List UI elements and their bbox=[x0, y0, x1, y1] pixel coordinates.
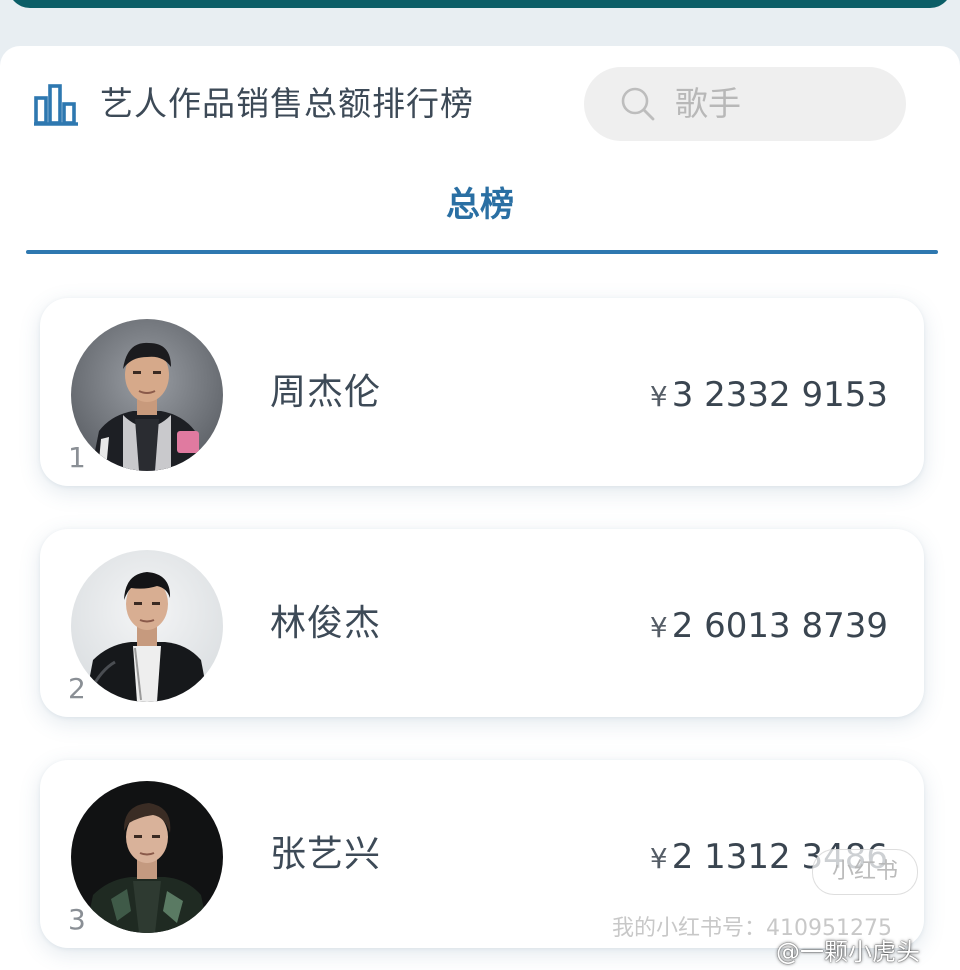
amount-value: 3 2332 9153 bbox=[671, 375, 888, 415]
top-bar bbox=[8, 0, 952, 8]
artist-name: 周杰伦 bbox=[270, 372, 382, 413]
sales-amount: ¥2 6013 8739 bbox=[650, 603, 888, 651]
ranking-card[interactable]: 1 周杰伦 ¥3 2332 9153 bbox=[40, 298, 924, 486]
avatar bbox=[71, 550, 223, 702]
tab-overall[interactable]: 总榜 bbox=[380, 178, 580, 232]
avatar bbox=[71, 781, 223, 933]
artist-name: 张艺兴 bbox=[270, 834, 382, 875]
ranking-card[interactable]: 2 林俊杰 ¥2 6013 8739 bbox=[40, 529, 924, 717]
artist-name: 林俊杰 bbox=[270, 603, 382, 644]
rank-number: 1 bbox=[68, 441, 86, 474]
tab-underline bbox=[26, 250, 938, 254]
sales-amount: ¥3 2332 9153 bbox=[650, 372, 888, 420]
search-input[interactable]: 歌手 bbox=[584, 67, 906, 141]
page-title: 艺人作品销售总额排行榜 bbox=[100, 84, 474, 123]
search-icon bbox=[621, 87, 655, 121]
currency-symbol: ¥ bbox=[649, 842, 668, 875]
watermark-badge: 小红书 bbox=[812, 849, 918, 895]
amount-value: 2 6013 8739 bbox=[671, 606, 888, 646]
currency-symbol: ¥ bbox=[649, 611, 668, 644]
avatar bbox=[71, 319, 223, 471]
bar-chart-icon bbox=[34, 84, 78, 126]
rank-number: 3 bbox=[68, 903, 86, 936]
currency-symbol: ¥ bbox=[649, 380, 668, 413]
weibo-watermark: @一颗小虎头 bbox=[776, 938, 920, 966]
rank-number: 2 bbox=[68, 672, 86, 705]
search-placeholder: 歌手 bbox=[675, 84, 741, 123]
